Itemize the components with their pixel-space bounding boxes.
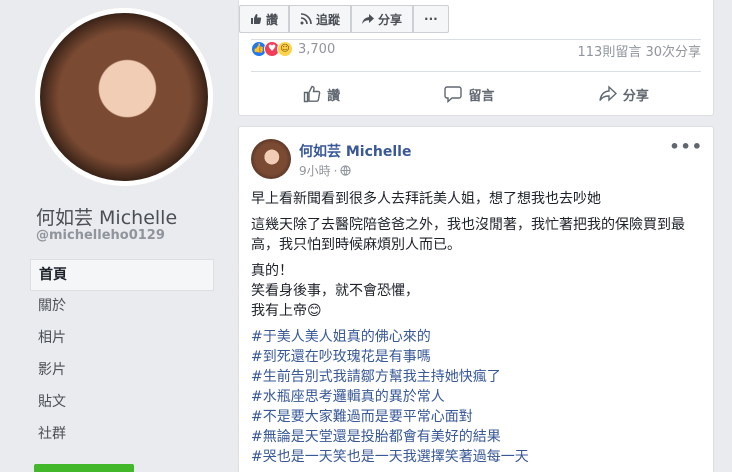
hashtag-link[interactable]: #無論是天堂還是投胎都會有美好的結果 (251, 427, 701, 447)
previous-post-card: 讚 追蹤 分享 ··· 👍 ♥ ☺ 3,700 113則留言 30次分享 讚 留… (238, 0, 714, 116)
post-stats[interactable]: 113則留言 30次分享 (578, 41, 702, 60)
post-paragraph: 早上看新聞看到很多人去拜託美人姐，想了想我也去吵她 (251, 191, 601, 207)
comment-button[interactable]: 留言 (444, 81, 495, 107)
share-page-label: 分享 (378, 12, 403, 27)
post-time[interactable]: 9小時 (299, 162, 331, 179)
globe-icon (340, 165, 352, 176)
like-label: 讚 (327, 88, 341, 104)
post-card: 何如芸 Michelle 9小時 · ••• 早上看新聞看到很多人去拜託美人姐，… (238, 126, 714, 472)
sidebar-item-home[interactable]: 首頁 (30, 259, 214, 291)
comment-icon (444, 86, 463, 103)
share-label: 分享 (622, 88, 649, 104)
post-meta: 9小時 · (299, 162, 352, 179)
share-arrow-icon (599, 85, 617, 102)
sidebar-item-posts[interactable]: 貼文 (30, 387, 214, 419)
sidebar-item-community[interactable]: 社群 (30, 419, 214, 451)
page-action-bar: 讚 追蹤 分享 ··· (239, 5, 449, 33)
like-button[interactable]: 讚 (303, 81, 340, 107)
haha-reaction-icon: ☺ (277, 41, 293, 57)
more-options-button[interactable]: ··· (413, 5, 449, 33)
sidebar-item-about[interactable]: 關於 (30, 291, 214, 323)
thumbs-up-icon (251, 14, 262, 24)
like-page-label: 讚 (266, 12, 279, 27)
sidebar-nav: 首頁 關於 相片 影片 貼文 社群 (30, 259, 214, 451)
more-options-label: ··· (424, 12, 438, 26)
post-author[interactable]: 何如芸 Michelle (299, 141, 411, 161)
create-page-button[interactable] (34, 464, 134, 472)
sidebar-item-videos[interactable]: 影片 (30, 355, 214, 387)
follow-label: 追蹤 (316, 12, 341, 27)
post-action-bar: 讚 留言 分享 (251, 81, 701, 107)
page-title: 何如芸 Michelle (36, 207, 178, 229)
share-page-button[interactable]: 分享 (351, 5, 414, 33)
share-button[interactable]: 分享 (599, 81, 649, 107)
page-handle[interactable]: @michelleho0129 (36, 228, 165, 243)
comment-label: 留言 (468, 88, 495, 104)
hashtag-list: #于美人美人姐真的佛心來的 #到死還在吵玫瑰花是有事嗎 #生前告別式我請鄒方幫我… (251, 327, 701, 467)
hashtag-link[interactable]: #生前告別式我請鄒方幫我主持她快瘋了 (251, 367, 701, 387)
hashtag-link[interactable]: #到死還在吵玫瑰花是有事嗎 (251, 347, 701, 367)
follow-button[interactable]: 追蹤 (289, 5, 352, 33)
post-paragraph: 這幾天除了去醫院陪爸爸之外，我也沒閒著，我忙著把我的保險買到最高，我只怕到時候麻… (251, 217, 685, 253)
hashtag-link[interactable]: #水瓶座思考邏輯真的異於常人 (251, 387, 701, 407)
profile-picture[interactable] (35, 8, 213, 186)
divider (251, 39, 701, 40)
avatar (40, 13, 208, 181)
hashtag-link[interactable]: #哭也是一天笑也是一天我選擇笑著過每一天 (251, 447, 701, 467)
post-body: 早上看新聞看到很多人去拜託美人姐，想了想我也去吵她 這幾天除了去醫院陪爸爸之外，… (251, 189, 701, 467)
author-avatar[interactable] (251, 139, 291, 179)
reaction-count: 3,700 (298, 41, 336, 57)
sidebar-item-photos[interactable]: 相片 (30, 323, 214, 355)
post-options-icon[interactable]: ••• (669, 137, 703, 156)
share-arrow-icon (362, 14, 375, 24)
hashtag-link[interactable]: #不是要大家難過而是要平常心面對 (251, 407, 701, 427)
rss-icon (300, 13, 312, 25)
divider (251, 71, 701, 72)
like-page-button[interactable]: 讚 (239, 5, 290, 33)
separator: · (333, 163, 338, 178)
reaction-summary[interactable]: 👍 ♥ ☺ 3,700 (251, 41, 335, 57)
thumbs-up-icon (303, 85, 321, 103)
post-paragraph: 真的！ 笑看身後事，就不會恐懼， 我有上帝😊 (251, 263, 419, 319)
hashtag-link[interactable]: #于美人美人姐真的佛心來的 (251, 327, 701, 347)
